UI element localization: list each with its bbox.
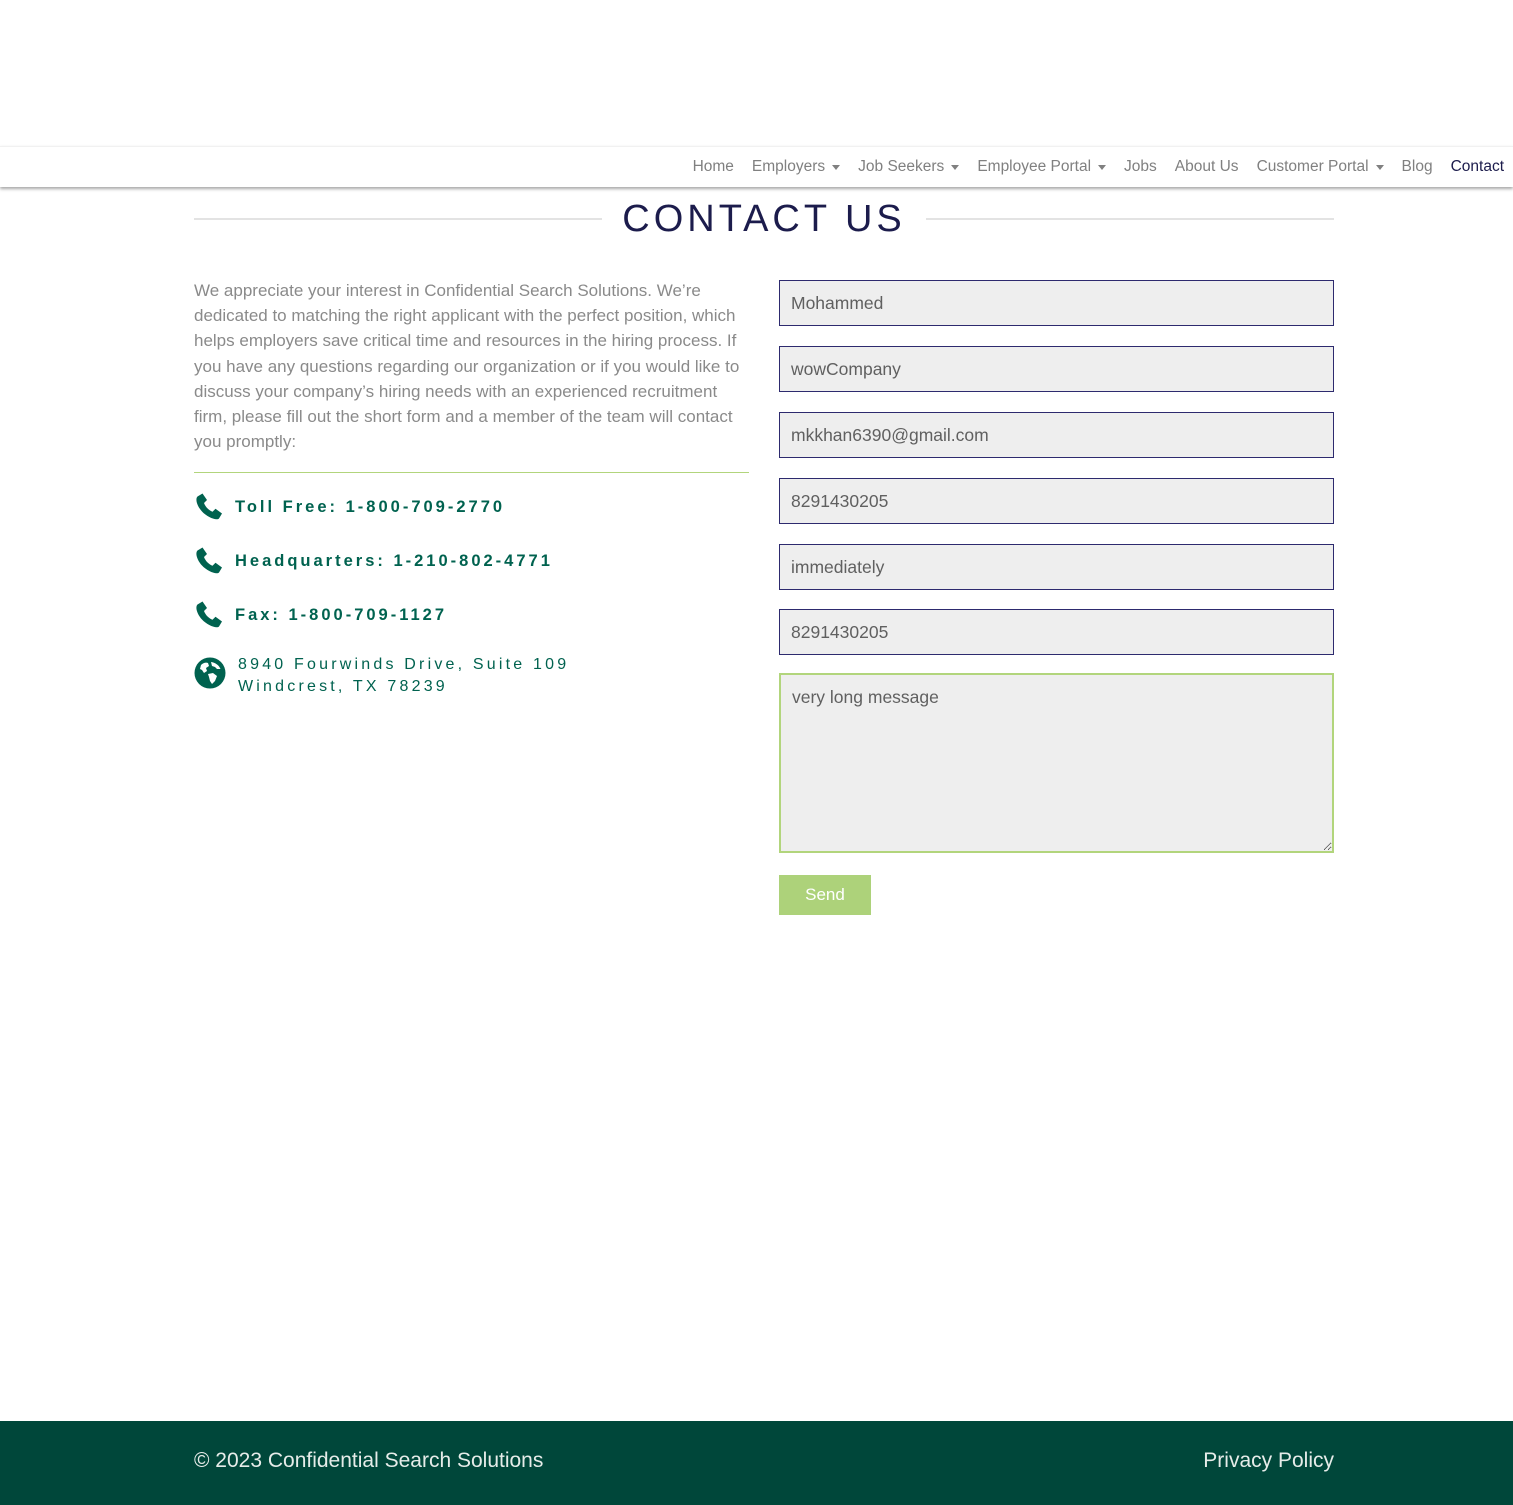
nav-list: Home Employers Job Seekers Employee Port… [675, 147, 1504, 187]
address-text: 8940 Fourwinds Drive, Suite 109 Windcres… [238, 654, 569, 698]
nav-label: Employee Portal [977, 158, 1092, 175]
copyright-text: © 2023 Confidential Search Solutions [194, 1449, 544, 1472]
nav-item-employers[interactable]: Employers [751, 158, 841, 176]
nav-label: Contact [1450, 158, 1504, 175]
privacy-policy-link[interactable]: Privacy Policy [1203, 1449, 1334, 1473]
name-input[interactable] [779, 280, 1334, 326]
nav-item-about-us[interactable]: About Us [1175, 158, 1239, 176]
nav-item-home[interactable]: Home [693, 158, 734, 176]
headquarters-line[interactable]: Headquarters: 1-210-802-4771 [194, 546, 553, 576]
address-block: 8940 Fourwinds Drive, Suite 109 Windcres… [194, 654, 569, 698]
nav-label: Customer Portal [1256, 158, 1369, 175]
nav-item-blog[interactable]: Blog [1402, 158, 1433, 176]
title-rule-right [925, 218, 1334, 220]
nav-item-jobs[interactable]: Jobs [1124, 158, 1157, 176]
footer: © 2023 Confidential Search Solutions Pri… [0, 1421, 1513, 1505]
caret-down-icon [1098, 164, 1107, 170]
send-button[interactable]: Send [779, 875, 871, 915]
phone-icon [194, 600, 224, 630]
fax-line[interactable]: Fax: 1-800-709-1127 [194, 600, 447, 630]
toll-free-line[interactable]: Toll Free: 1-800-709-2770 [194, 492, 505, 522]
phone-secondary-input[interactable] [779, 609, 1334, 655]
page-title: CONTACT US [622, 197, 906, 240]
availability-input[interactable] [779, 544, 1334, 590]
caret-down-icon [951, 164, 960, 170]
fax-text: Fax: 1-800-709-1127 [235, 605, 448, 624]
nav-label: Blog [1401, 158, 1433, 175]
address-line-1: 8940 Fourwinds Drive, Suite 109 [238, 656, 570, 673]
intro-paragraph: We appreciate your interest in Confident… [194, 281, 740, 452]
nav-item-customer-portal[interactable]: Customer Portal [1257, 158, 1384, 176]
message-textarea[interactable]: very long message [779, 673, 1334, 853]
email-input[interactable] [779, 412, 1334, 458]
phone-input[interactable] [779, 478, 1334, 524]
nav-label: Home [692, 158, 734, 175]
nav-label: Employers [751, 158, 826, 175]
page-title-row: CONTACT US [194, 196, 1334, 242]
caret-down-icon [832, 164, 841, 170]
nav-label: Job Seekers [858, 158, 945, 175]
nav-item-contact[interactable]: Contact [1451, 158, 1504, 176]
phone-icon [194, 546, 224, 576]
globe-icon [194, 657, 226, 689]
section-divider [194, 472, 749, 473]
headquarters-text: Headquarters: 1-210-802-4771 [235, 551, 553, 570]
nav-label: About Us [1174, 158, 1239, 175]
company-input[interactable] [779, 346, 1334, 392]
title-rule-left [194, 218, 603, 220]
nav-item-employee-portal[interactable]: Employee Portal [977, 158, 1107, 176]
address-line-2: Windcrest, TX 78239 [238, 678, 448, 695]
toll-free-text: Toll Free: 1-800-709-2770 [235, 497, 506, 516]
nav-item-job-seekers[interactable]: Job Seekers [858, 158, 960, 176]
nav-label: Jobs [1124, 158, 1157, 175]
main-navbar: Home Employers Job Seekers Employee Port… [0, 146, 1513, 187]
phone-icon [194, 492, 224, 522]
caret-down-icon [1375, 164, 1384, 170]
